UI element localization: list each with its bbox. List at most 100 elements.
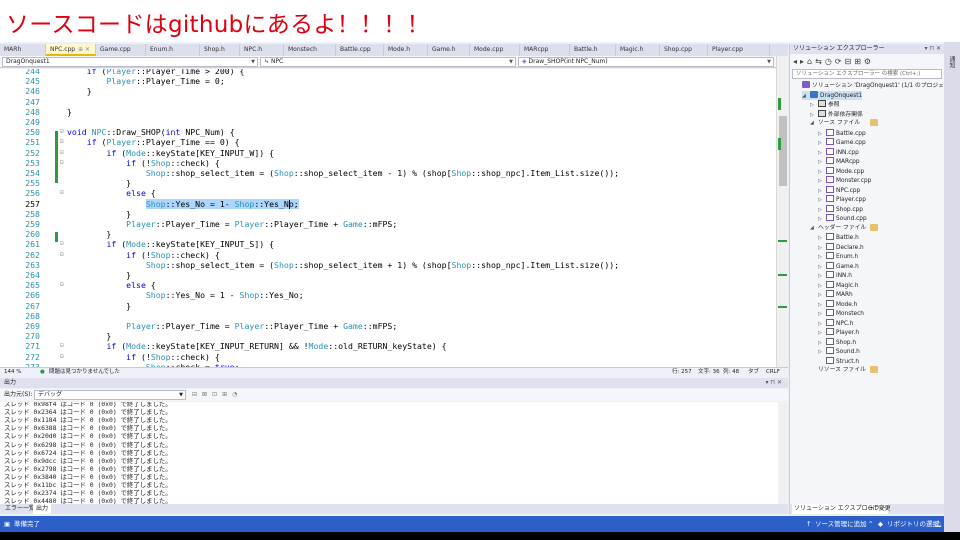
- collapse-icon[interactable]: ⊟: [60, 239, 64, 249]
- output-source-select[interactable]: デバッグ ▼: [34, 390, 186, 400]
- tree-file[interactable]: ▷ Player.cpp: [818, 195, 866, 205]
- tree-file[interactable]: ▷ MARh: [818, 290, 853, 300]
- tab-git-changes[interactable]: Git 変更: [866, 504, 893, 514]
- collapse-arrow-icon[interactable]: ◢: [810, 224, 818, 234]
- side-strip-label[interactable]: 通知: [947, 56, 956, 68]
- tree-file[interactable]: ▷ Monstech: [818, 309, 864, 319]
- tab-game-cpp[interactable]: Game.cpp: [96, 44, 146, 56]
- tree-solution[interactable]: ソリューション 'DragOnquest1' (1/1 のプロジェクト): [794, 81, 958, 91]
- tree-file[interactable]: ▷ Battle.cpp: [818, 128, 866, 139]
- collapse-icon[interactable]: ⊟: [60, 280, 64, 290]
- output-line: スレッド 0x4480 はコード 0 (0x0) で終了しました。: [4, 497, 172, 504]
- tab-monstech[interactable]: Monstech: [284, 44, 336, 56]
- tab-npc-cpp[interactable]: NPC.cpp ⊕ ✕: [46, 44, 96, 56]
- tree-project[interactable]: ◢ DragOnquest1: [802, 90, 863, 102]
- collapse-icon[interactable]: ⊟: [60, 127, 64, 137]
- close-icon[interactable]: ▾ ⊓ ✕: [765, 378, 782, 388]
- tree-file[interactable]: ▷ Mode.cpp: [818, 166, 864, 177]
- repo-icon: ◆: [878, 520, 883, 528]
- tree-file[interactable]: ▷ MARcpp: [818, 157, 860, 167]
- tree-source-folder[interactable]: ◢ ソース ファイル: [810, 119, 878, 129]
- tree-file[interactable]: ▷ INN.h: [818, 271, 852, 281]
- tree-file[interactable]: ▷ Battle.h: [818, 233, 859, 243]
- tab-battle-h[interactable]: Battle.h: [570, 44, 616, 56]
- tab-shop-cpp[interactable]: Shop.cpp: [660, 44, 708, 56]
- tab-marcpp[interactable]: MARcpp: [520, 44, 570, 56]
- tree-file[interactable]: ▷ Enum.h: [818, 252, 858, 262]
- tree-file[interactable]: ▷ Sound.h: [818, 347, 860, 357]
- header-file-icon: [826, 233, 834, 240]
- tab-magic-h[interactable]: Magic.h: [616, 44, 660, 56]
- collapse-icon[interactable]: ⊟: [60, 148, 64, 158]
- tree-file[interactable]: ▷ Player.h: [818, 328, 859, 338]
- output-tool-icons[interactable]: ⊟⊠⊡⊞◔: [192, 389, 242, 401]
- collapse-arrow-icon[interactable]: ◢: [810, 119, 818, 129]
- tree-label: NPC.h: [836, 320, 854, 327]
- collapse-icon[interactable]: ⊟: [60, 158, 64, 168]
- scope-combo[interactable]: ↳ NPC ▼: [260, 57, 516, 67]
- code-text: if (Mode::keyState[KEY_INPUT_W]) {: [106, 147, 275, 158]
- bell-icon[interactable]: 🔔︎: [934, 516, 942, 532]
- code-line: 246 }: [0, 86, 776, 96]
- tree-file[interactable]: ▷ NPC.cpp: [818, 185, 860, 196]
- pin-icon[interactable]: ▾ ⊓ ✕: [924, 44, 941, 54]
- output-scrollbar[interactable]: [778, 402, 788, 504]
- tab-shop-h[interactable]: Shop.h: [200, 44, 240, 56]
- solution-search-input[interactable]: ソリューション エクスプローラー の検索 (Ctrl+;): [792, 69, 942, 79]
- tab-battle-cpp[interactable]: Battle.cpp: [336, 44, 384, 56]
- toolbar-icons[interactable]: ◂▸⌂⇆◷⟳⊟⊞⚙: [793, 57, 874, 66]
- tab-npc-h[interactable]: NPC.h: [240, 44, 284, 56]
- project-combo[interactable]: DragOnquest1 ▼: [2, 57, 258, 67]
- tab-enum-h[interactable]: Enum.h: [146, 44, 200, 56]
- tab-indicator[interactable]: タブ: [748, 368, 759, 376]
- tab-output[interactable]: 出力: [33, 504, 52, 514]
- collapse-icon[interactable]: ⊟: [60, 188, 64, 198]
- close-icon[interactable]: ⊕ ✕: [78, 46, 90, 53]
- zoom-level[interactable]: 144 %: [4, 368, 21, 376]
- member-combo[interactable]: ◈ Draw_SHOP(int NPC_Num) ▼: [518, 57, 774, 67]
- issues-text[interactable]: 問題は見つかりませんでした: [49, 368, 120, 376]
- code-line: 254 Shop::shop_select_item = (Shop::shop…: [0, 168, 776, 178]
- tree-file[interactable]: ▷ Monster.cpp: [818, 176, 871, 186]
- collapse-icon[interactable]: ⊟: [60, 352, 64, 362]
- tree-references[interactable]: ▷ 参照: [810, 100, 840, 110]
- tree-file[interactable]: ▷ Game.h: [818, 261, 859, 272]
- code-text: Shop::shop_select_item = (Shop::shop_sel…: [145, 168, 620, 178]
- tree-file[interactable]: ▷ Shop.h: [818, 337, 856, 348]
- code-editor[interactable]: 244 if (Player::Player_Time > 200) {245 …: [0, 69, 776, 367]
- scrollbar-thumb[interactable]: [779, 116, 787, 186]
- tree-label: MARh: [836, 292, 853, 298]
- tree-file[interactable]: ▷ Mode.h: [818, 299, 857, 310]
- collapse-arrow-icon[interactable]: ◢: [802, 92, 810, 102]
- source-control-button[interactable]: ソース管理に追加: [815, 516, 867, 532]
- repo-select-button[interactable]: リポジトリの選択: [887, 516, 939, 532]
- code-text: if (Player::Player_Time > 200) {: [86, 69, 245, 76]
- tab-label: Mode.h: [388, 46, 411, 53]
- tab-mode-cpp[interactable]: Mode.cpp: [470, 44, 520, 56]
- tree-file[interactable]: ▷ Shop.cpp: [818, 204, 863, 215]
- code-line: 247: [0, 97, 776, 107]
- tab-label: Player.cpp: [712, 46, 743, 53]
- tab-marh[interactable]: MARh: [0, 44, 46, 56]
- tab-game-h[interactable]: Game.h: [428, 44, 470, 56]
- tree-resource-folder[interactable]: リソース ファイル: [810, 366, 878, 376]
- tab-mode-h[interactable]: Mode.h: [384, 44, 428, 56]
- tree-file[interactable]: ▷ Sound.cpp: [818, 214, 867, 224]
- tab-player-cpp[interactable]: Player.cpp: [708, 44, 770, 56]
- cpp-file-icon: [826, 176, 834, 183]
- collapse-icon[interactable]: ⊟: [60, 341, 64, 351]
- tab-label: Magic.h: [620, 46, 644, 53]
- collapse-icon[interactable]: ⊟: [60, 137, 64, 147]
- output-text[interactable]: スレッド 0x98f4 はコード 0 (0x0) で終了しました。 スレッド 0x…: [0, 402, 778, 504]
- tree-external-deps[interactable]: ▷ 外部依存関係: [810, 109, 863, 120]
- tree-header-folder[interactable]: ◢ ヘッダー ファイル: [810, 223, 878, 234]
- eol-indicator[interactable]: CRLF: [766, 368, 780, 376]
- tree-file[interactable]: ▷ NPC.h: [818, 318, 854, 329]
- tree-file[interactable]: ▷ Magic.h: [818, 280, 859, 291]
- tree-file[interactable]: ▷ Game.cpp: [818, 138, 866, 148]
- editor-scrollbar[interactable]: [776, 56, 788, 367]
- tree-file[interactable]: ▷ Declare.h: [818, 242, 864, 253]
- tree-file[interactable]: Struct.h: [818, 356, 859, 367]
- collapse-icon[interactable]: ⊟: [60, 250, 64, 260]
- tree-file[interactable]: ▷ INN.cpp: [818, 147, 859, 158]
